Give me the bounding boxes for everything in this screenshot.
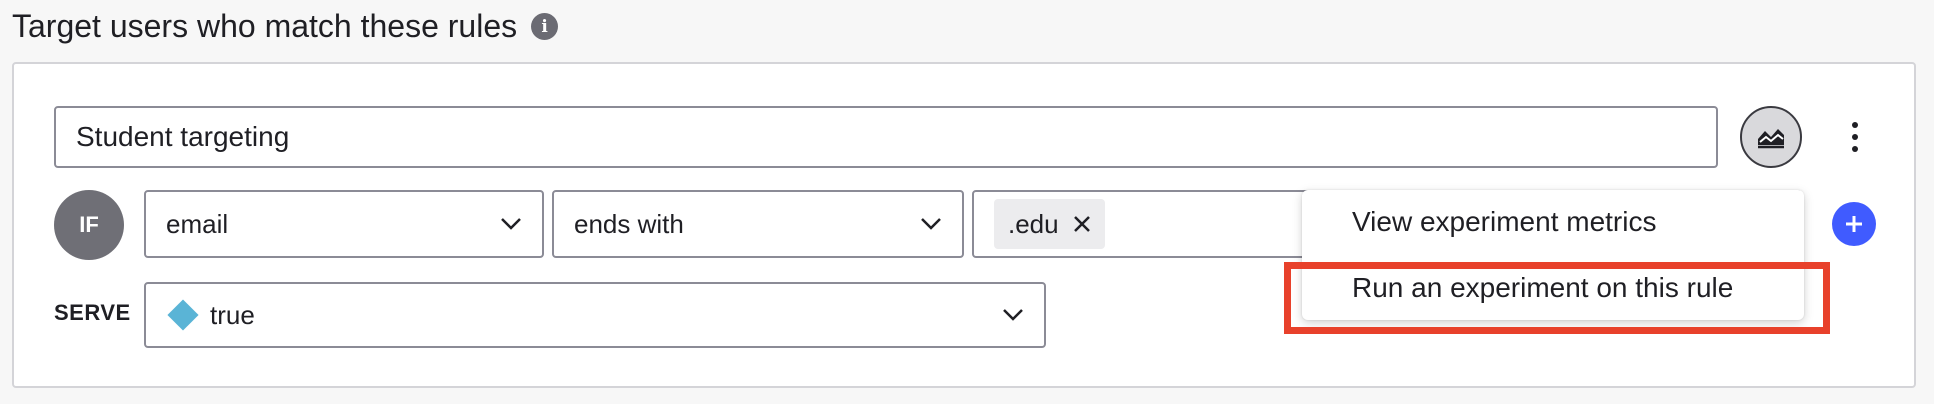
serve-value: true	[210, 299, 255, 330]
operator-select[interactable]: ends with	[552, 190, 964, 258]
kebab-menu-icon[interactable]	[1840, 112, 1870, 162]
chevron-down-icon	[921, 218, 941, 230]
chevron-down-icon	[1003, 309, 1023, 321]
highlight-annotation	[1284, 262, 1830, 334]
variation-diamond-icon	[167, 299, 199, 331]
value-chip: .edu	[994, 199, 1105, 249]
serve-select[interactable]: true	[144, 282, 1046, 348]
chart-area-icon	[1758, 129, 1784, 149]
chevron-down-icon	[501, 218, 521, 230]
experiment-metrics-button[interactable]	[1740, 106, 1802, 168]
attribute-value: email	[166, 208, 229, 239]
rule-name-input[interactable]	[54, 106, 1718, 168]
menu-item-view-experiment-metrics[interactable]: View experiment metrics	[1352, 206, 1656, 238]
plus-icon	[1846, 216, 1862, 232]
value-chip-label: .edu	[1008, 208, 1059, 239]
serve-label: SERVE	[54, 300, 131, 325]
operator-value: ends with	[574, 208, 684, 239]
section-heading: Target users who match these rules i	[12, 8, 559, 45]
section-title: Target users who match these rules	[12, 8, 518, 44]
if-badge: IF	[54, 190, 124, 260]
info-icon[interactable]: i	[531, 13, 559, 40]
remove-icon[interactable]	[1073, 215, 1091, 233]
add-clause-button[interactable]	[1832, 202, 1876, 246]
attribute-select[interactable]: email	[144, 190, 544, 258]
